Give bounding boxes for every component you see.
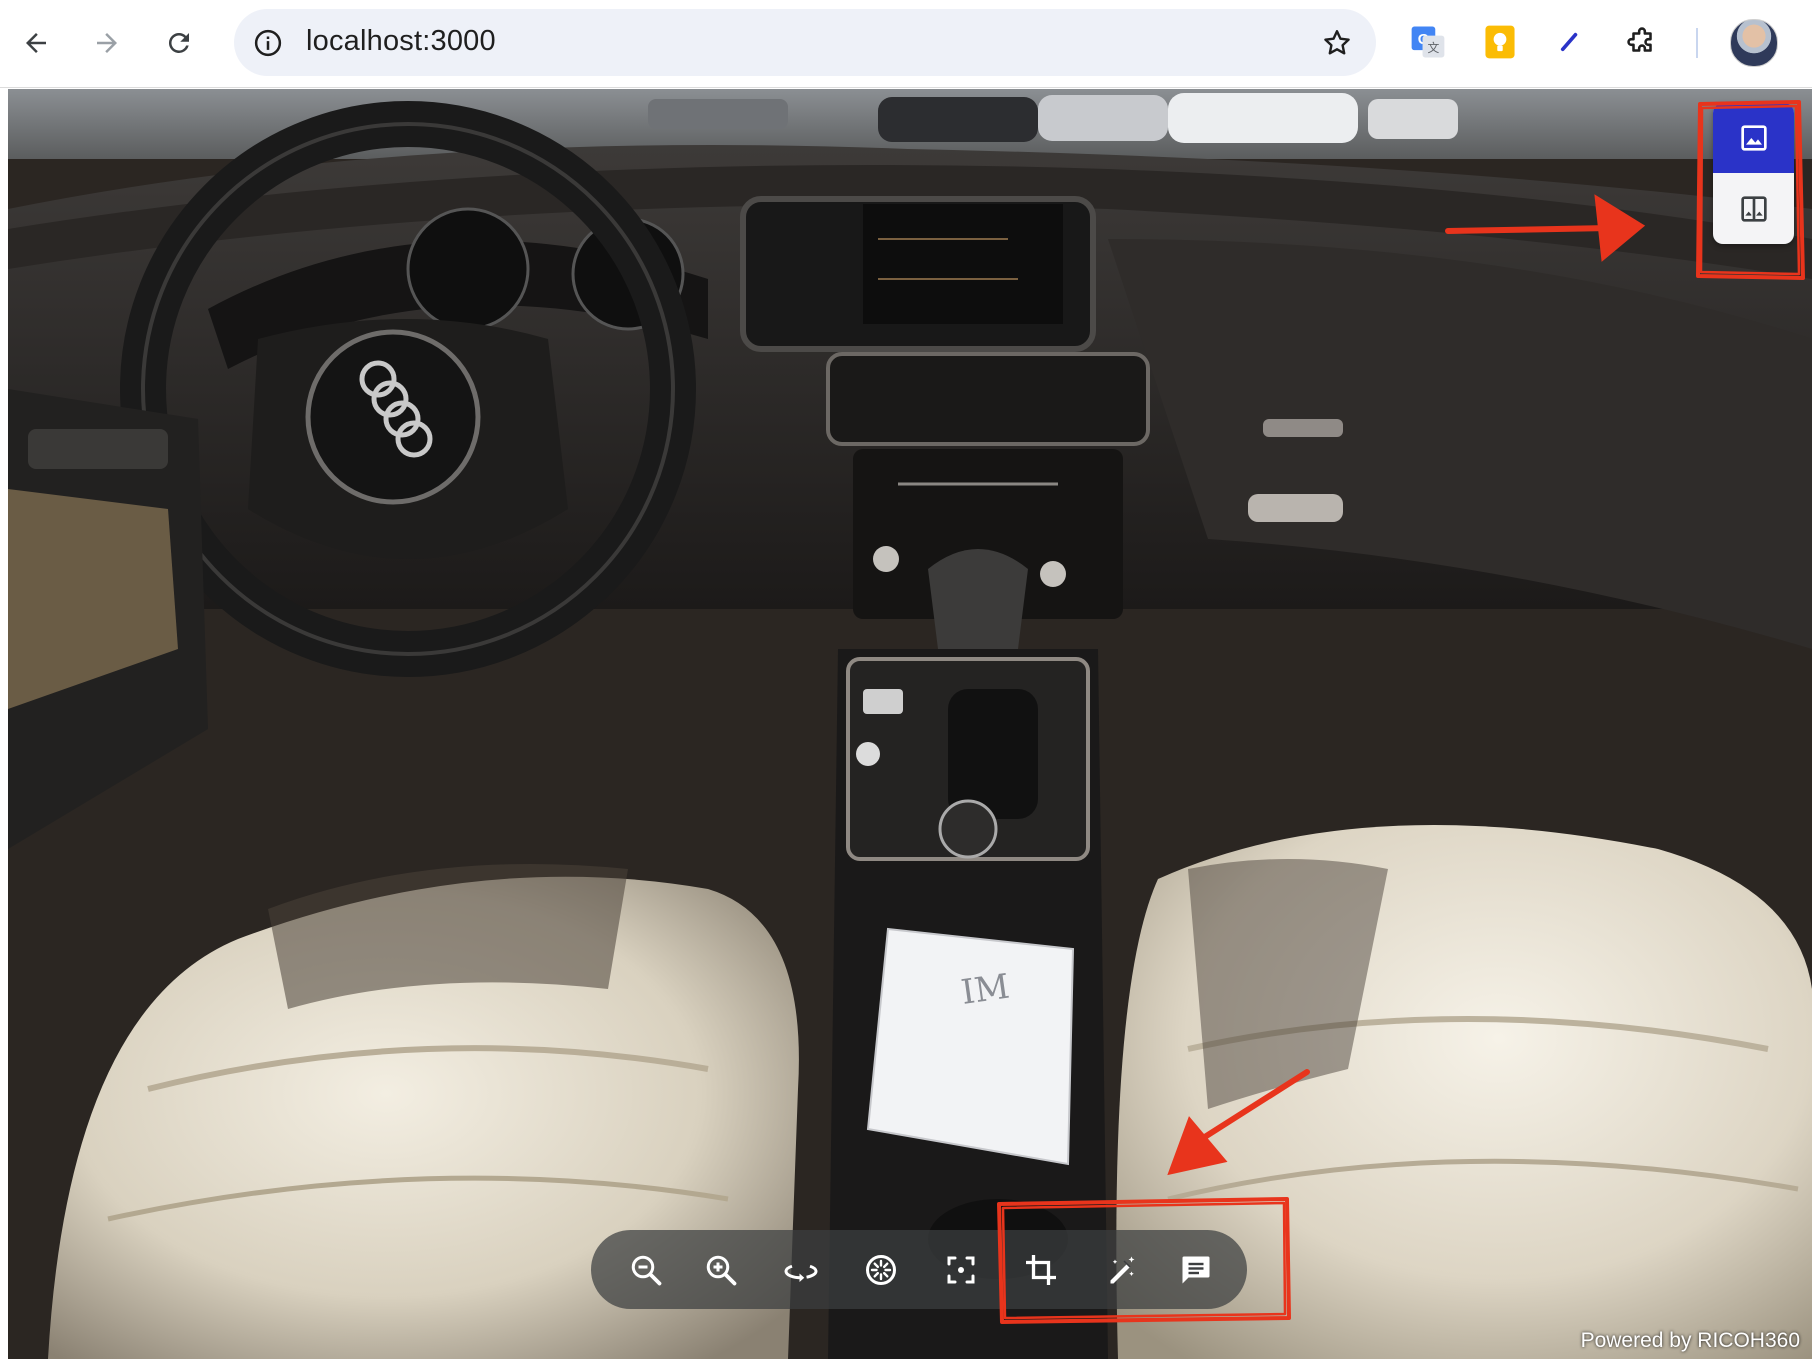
reload-icon (168, 32, 189, 53)
zoom-in-icon (706, 1255, 737, 1286)
crop-button[interactable] (1016, 1245, 1066, 1295)
single-image-view-button[interactable] (1713, 103, 1794, 173)
back-button[interactable] (11, 18, 61, 68)
handwritten-note: IM (959, 967, 1012, 1013)
image-icon (1740, 125, 1767, 151)
star-icon[interactable] (1318, 24, 1356, 62)
split-layout-icon (1740, 196, 1767, 222)
puzzle-extensions-icon[interactable] (1620, 20, 1664, 64)
url-text[interactable]: localhost:3000 (306, 25, 496, 58)
arrow-right-icon (97, 33, 117, 53)
viewer-toolbar (591, 1230, 1247, 1309)
address-bar[interactable]: localhost:3000 (234, 9, 1376, 76)
toolbar-divider (1696, 28, 1698, 58)
panorama-viewer[interactable]: IM Powered by RICOH360 (8, 89, 1812, 1359)
zoom-in-button[interactable] (696, 1245, 746, 1295)
zoom-out-icon (631, 1255, 662, 1286)
rotate-button[interactable] (776, 1245, 826, 1295)
comment-button[interactable] (1171, 1245, 1221, 1295)
rotate-360-icon (784, 1264, 818, 1282)
zoom-out-button[interactable] (621, 1245, 671, 1295)
forward-button[interactable] (82, 18, 132, 68)
fullscreen-icon (947, 1256, 975, 1284)
avatar[interactable] (1730, 19, 1778, 67)
arrow-left-icon (26, 33, 46, 53)
keep-notes-icon[interactable] (1478, 20, 1522, 64)
reload-button[interactable] (154, 18, 204, 68)
car-interior-panorama[interactable]: IM (8, 89, 1812, 1359)
powered-by-label: Powered by RICOH360 (1580, 1329, 1800, 1352)
site-info-icon[interactable] (250, 25, 286, 61)
edit-annotate-button[interactable] (1096, 1245, 1146, 1295)
crop-icon (1026, 1255, 1056, 1285)
svg-text:文: 文 (1428, 41, 1440, 55)
spin-dial-icon (866, 1255, 896, 1285)
google-translate-icon[interactable]: G 文 (1406, 20, 1450, 64)
split-view-button[interactable] (1713, 174, 1794, 244)
fullscreen-button[interactable] (936, 1245, 986, 1295)
browser-toolbar: localhost:3000 G 文 (0, 0, 1812, 88)
comment-icon (1182, 1256, 1210, 1284)
view-mode-panel (1713, 103, 1794, 244)
autoplay-button[interactable] (856, 1245, 906, 1295)
magic-edit-icon (1110, 1256, 1135, 1284)
pen-extension-icon[interactable] (1548, 20, 1592, 64)
